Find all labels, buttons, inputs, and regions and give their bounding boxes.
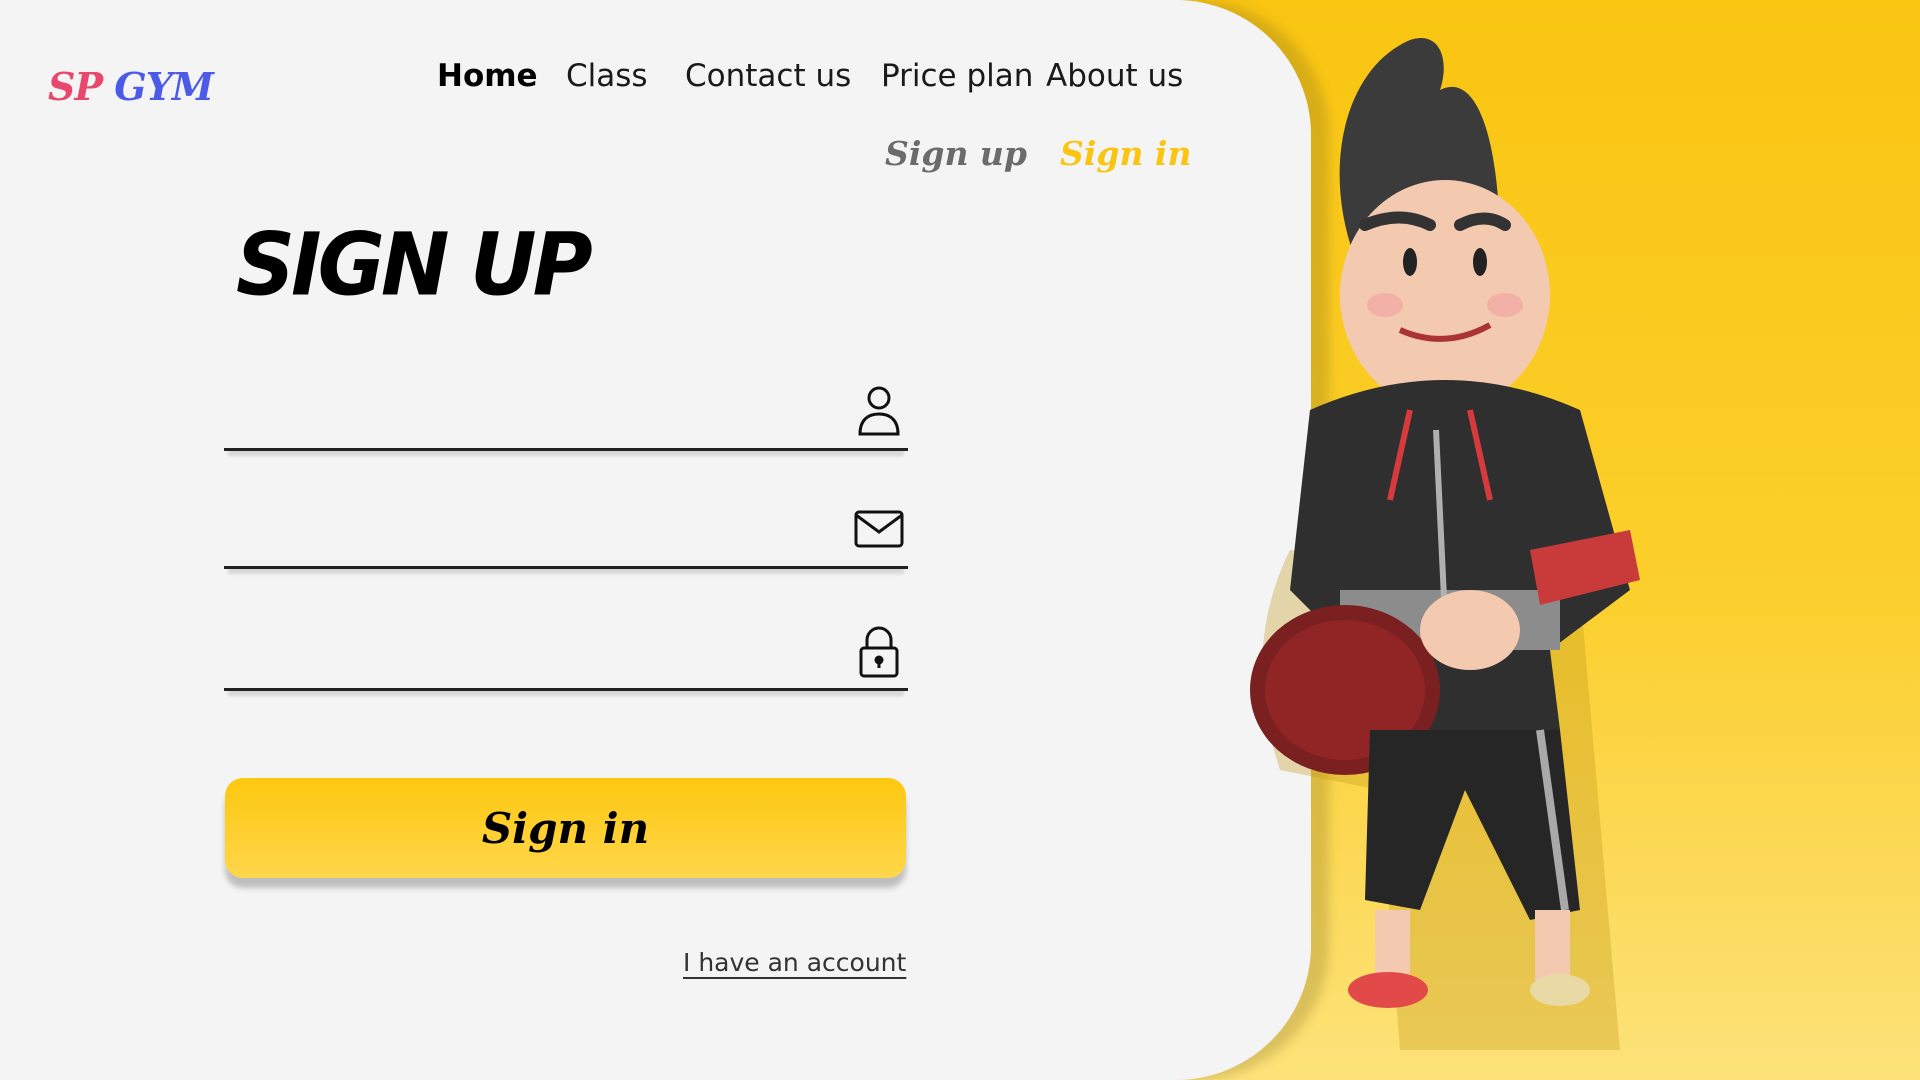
nav-price-plan[interactable]: Price plan xyxy=(881,58,1033,94)
logo-part-sp: SP xyxy=(48,64,103,109)
email-field[interactable] xyxy=(224,496,908,569)
email-input[interactable] xyxy=(224,514,828,560)
nav-home[interactable]: Home xyxy=(437,58,538,94)
gym-character-illustration xyxy=(1200,30,1720,1060)
logo-part-gym: GYM xyxy=(114,64,214,109)
password-field[interactable] xyxy=(224,618,908,691)
signin-link[interactable]: Sign in xyxy=(1060,134,1191,173)
page-title: SIGN UP xyxy=(236,215,593,316)
password-input[interactable] xyxy=(224,636,828,682)
username-field[interactable] xyxy=(224,378,908,451)
lock-icon xyxy=(854,624,904,678)
have-account-link[interactable]: I have an account xyxy=(683,948,906,977)
signup-link[interactable]: Sign up xyxy=(885,134,1027,173)
username-input[interactable] xyxy=(224,396,828,442)
sign-in-button[interactable]: Sign in xyxy=(225,778,906,878)
logo[interactable]: SP GYM xyxy=(48,64,214,109)
signup-panel: SP GYM Home Class Contact us Price plan … xyxy=(0,0,1311,1080)
nav-contact-us[interactable]: Contact us xyxy=(685,58,851,94)
nav-about-us[interactable]: About us xyxy=(1046,58,1183,94)
nav-class[interactable]: Class xyxy=(566,58,648,94)
user-icon xyxy=(854,384,904,438)
envelope-icon xyxy=(854,502,904,556)
